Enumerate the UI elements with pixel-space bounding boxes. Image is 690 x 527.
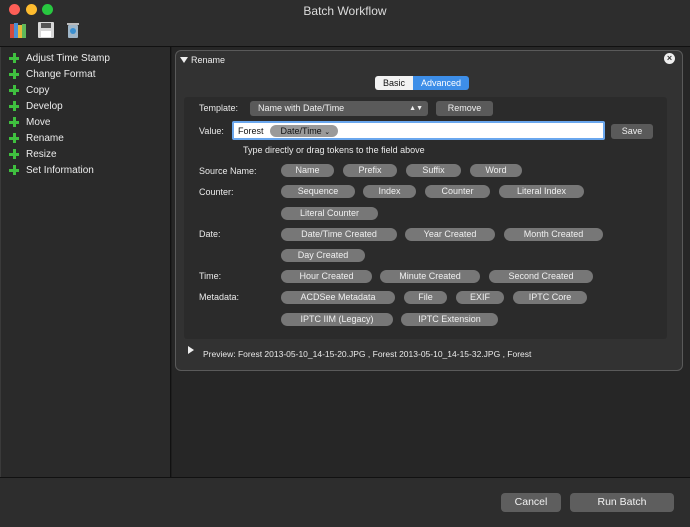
value-text: Forest	[238, 125, 264, 136]
save-button[interactable]: Save	[611, 124, 653, 139]
trash-icon[interactable]	[64, 21, 82, 39]
sidebar-item-copy[interactable]: Copy	[9, 82, 49, 98]
plus-icon	[9, 101, 19, 111]
counter-label: Counter:	[199, 187, 234, 197]
value-token-label: Date/Time	[280, 125, 322, 136]
preview-label: Preview:	[203, 349, 236, 359]
source-name-label: Source Name:	[199, 166, 257, 176]
expand-preview-triangle-icon[interactable]	[188, 346, 194, 354]
remove-button[interactable]: Remove	[436, 101, 493, 116]
run-batch-button[interactable]: Run Batch	[570, 493, 674, 512]
preview-text: Forest 2013-05-10_14-15-20.JPG , Forest …	[237, 349, 532, 359]
tab-basic[interactable]: Basic	[375, 76, 414, 90]
value-field[interactable]: Forest Date/Time ⌄	[232, 121, 605, 140]
chevron-down-icon: ⌄	[324, 128, 331, 136]
token-month-created[interactable]: Month Created	[504, 228, 603, 241]
sidebar-item-label: Set Information	[26, 164, 94, 176]
token-prefix[interactable]: Prefix	[343, 164, 397, 177]
token-sequence[interactable]: Sequence	[281, 185, 355, 198]
token-counter[interactable]: Counter	[425, 185, 490, 198]
sidebar-item-adjust-time-stamp[interactable]: Adjust Time Stamp	[9, 50, 110, 66]
sidebar-item-label: Rename	[26, 132, 64, 144]
token-exif[interactable]: EXIF	[456, 291, 504, 304]
plus-icon	[9, 53, 19, 63]
token-minute-created[interactable]: Minute Created	[380, 270, 480, 283]
save-icon[interactable]	[37, 21, 55, 39]
token-suffix[interactable]: Suffix	[406, 164, 461, 177]
panel-title: Rename	[191, 55, 226, 65]
cancel-button[interactable]: Cancel	[501, 493, 561, 512]
sidebar-item-change-format[interactable]: Change Format	[9, 66, 95, 82]
books-icon[interactable]	[9, 21, 27, 39]
token-literal-index[interactable]: Literal Index	[499, 185, 584, 198]
token-year-created[interactable]: Year Created	[405, 228, 495, 241]
token-acdsee-metadata[interactable]: ACDSee Metadata	[281, 291, 395, 304]
token-iptc-extension[interactable]: IPTC Extension	[401, 313, 498, 326]
metadata-label: Metadata:	[199, 292, 240, 302]
value-token-datetime[interactable]: Date/Time ⌄	[269, 124, 339, 137]
sidebar-item-label: Adjust Time Stamp	[26, 52, 110, 64]
sidebar: Adjust Time Stamp Change Format Copy Dev…	[0, 47, 171, 477]
value-label: Value:	[199, 126, 224, 136]
token-iptc-iim-legacy[interactable]: IPTC IIM (Legacy)	[281, 313, 393, 326]
sidebar-item-label: Resize	[26, 148, 57, 160]
plus-icon	[9, 149, 19, 159]
collapse-triangle-icon[interactable]	[180, 57, 188, 63]
token-index[interactable]: Index	[363, 185, 416, 198]
sidebar-item-label: Move	[26, 116, 51, 128]
window-title: Batch Workflow	[303, 4, 387, 18]
date-label: Date:	[199, 229, 221, 239]
token-hour-created[interactable]: Hour Created	[281, 270, 372, 283]
token-literal-counter[interactable]: Literal Counter	[281, 207, 378, 220]
sidebar-item-rename[interactable]: Rename	[9, 130, 64, 146]
time-label: Time:	[199, 271, 222, 281]
title-bar: Batch Workflow	[0, 0, 690, 47]
token-iptc-core[interactable]: IPTC Core	[513, 291, 587, 304]
token-second-created[interactable]: Second Created	[489, 270, 593, 283]
panel-close-icon[interactable]: ×	[664, 53, 675, 64]
panel-header[interactable]: Rename	[180, 55, 225, 65]
sidebar-item-label: Copy	[26, 84, 50, 96]
template-select[interactable]: Name with Date/Time ▲▼	[250, 101, 428, 116]
plus-icon	[9, 117, 19, 127]
token-day-created[interactable]: Day Created	[281, 249, 365, 262]
plus-icon	[9, 133, 19, 143]
sidebar-item-label: Change Format	[26, 68, 96, 80]
plus-icon	[9, 85, 19, 95]
token-datetime-created[interactable]: Date/Time Created	[281, 228, 397, 241]
plus-icon	[9, 165, 19, 175]
sidebar-item-move[interactable]: Move	[9, 114, 50, 130]
preview-line: Preview: Forest 2013-05-10_14-15-20.JPG …	[203, 349, 531, 359]
token-name[interactable]: Name	[281, 164, 334, 177]
updown-chevron-icon: ▲▼	[409, 105, 423, 112]
sidebar-item-develop[interactable]: Develop	[9, 98, 63, 114]
sidebar-item-resize[interactable]: Resize	[9, 146, 57, 162]
plus-icon	[9, 69, 19, 79]
sidebar-item-label: Develop	[26, 100, 63, 112]
template-select-value: Name with Date/Time	[258, 103, 345, 113]
hint-text: Type directly or drag tokens to the fiel…	[243, 145, 425, 155]
mode-switch[interactable]: Basic Advanced	[375, 76, 470, 90]
template-label: Template:	[199, 103, 239, 113]
token-word[interactable]: Word	[470, 164, 522, 177]
token-file[interactable]: File	[404, 291, 447, 304]
tab-advanced[interactable]: Advanced	[413, 76, 470, 90]
sidebar-item-set-information[interactable]: Set Information	[9, 162, 94, 178]
